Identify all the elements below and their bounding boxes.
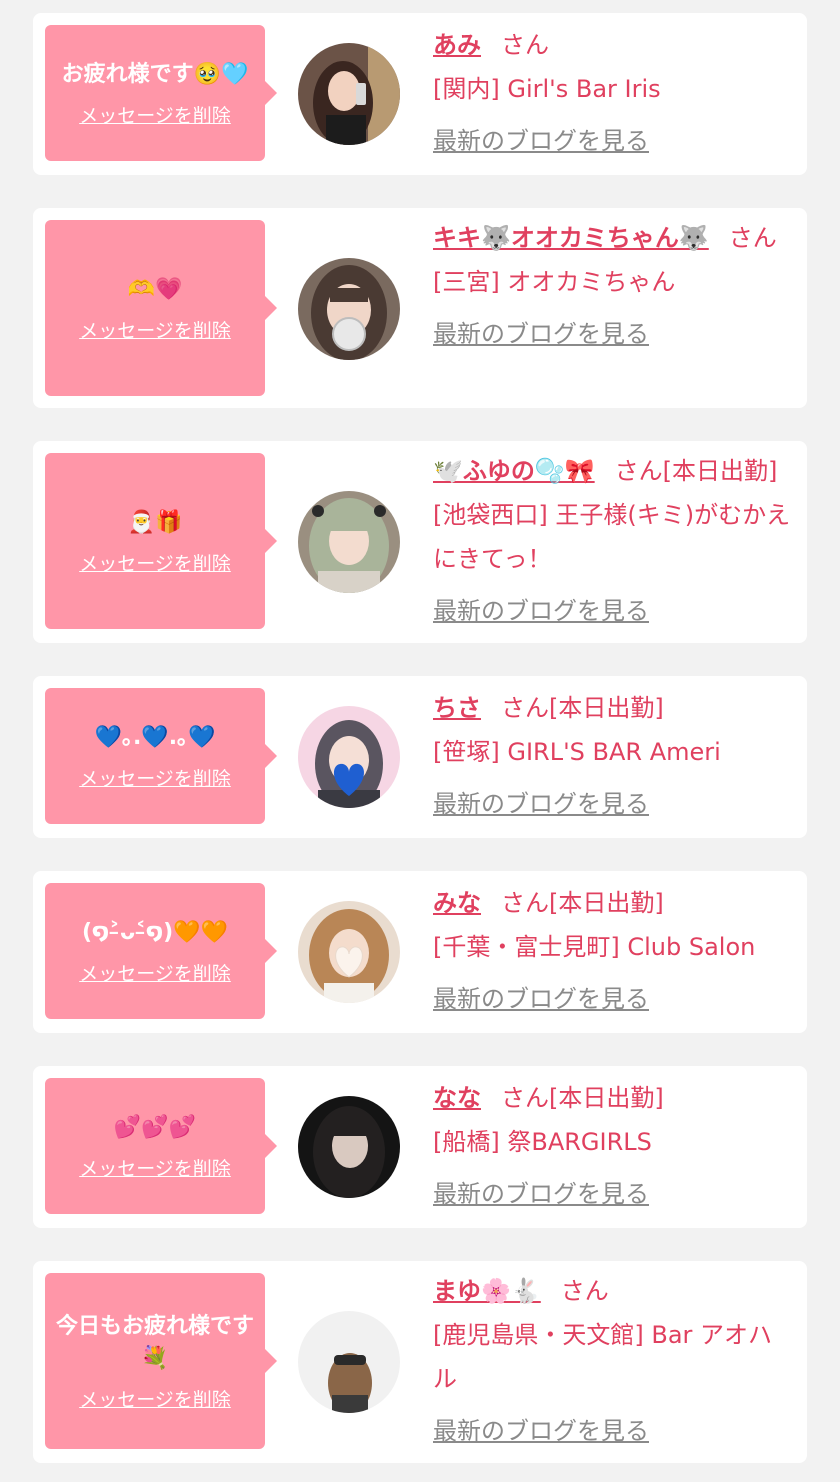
message-text: 💙｡.💙.｡💙 (94, 724, 216, 750)
message-text: 🎅🎁 (127, 509, 183, 535)
message-bubble: 💙｡.💙.｡💙 メッセージを削除 (45, 688, 277, 824)
message-text: 🫶💗 (127, 276, 183, 302)
message-card: 💕💕💕 メッセージを削除 なな さん[本日出勤] [船橋] 祭BARGIRLS 最… (33, 1066, 807, 1228)
cast-suffix: さん (560, 1277, 609, 1305)
message-card: 🎅🎁 メッセージを削除 🕊️ふゆの🫧🎀 さん[本日出勤] [池袋西口] 王子様(キ… (33, 441, 807, 643)
message-text: 💕💕💕 (113, 1114, 197, 1140)
shop-name: [鹿児島県・天文館] Bar アオハル (433, 1321, 773, 1393)
cast-suffix: さん (501, 31, 549, 59)
cast-info: 🕊️ふゆの🫧🎀 さん[本日出勤] [池袋西口] 王子様(キミ)がむかえにきてっ！ … (433, 449, 793, 633)
delete-message-link[interactable]: メッセージを削除 (79, 101, 231, 128)
shop-name: [笹塚] GIRL'S BAR Ameri (433, 738, 721, 766)
cast-info: ちさ さん[本日出勤] [笹塚] GIRL'S BAR Ameri 最新のブログを… (433, 686, 793, 826)
cast-name-link[interactable]: 🕊️ふゆの🫧🎀 (433, 457, 595, 485)
cast-info: キキ🐺オオカミちゃん🐺 さん [三宮] オオカミちゃん 最新のブログを見る (433, 216, 793, 356)
message-card: 💙｡.💙.｡💙 メッセージを削除 ちさ さん[本日出勤] [笹塚] GIRL'S … (33, 676, 807, 838)
delete-message-link[interactable]: メッセージを削除 (79, 549, 231, 576)
cast-info: まゆ🌸🐇 さん [鹿児島県・天文館] Bar アオハル 最新のブログを見る (433, 1269, 793, 1453)
avatar[interactable] (298, 1311, 400, 1413)
cast-info: みな さん[本日出勤] [千葉・富士見町] Club Salon 最新のブログを見… (433, 881, 793, 1021)
message-bubble: 🫶💗 メッセージを削除 (45, 220, 277, 396)
latest-blog-link[interactable]: 最新のブログを見る (433, 782, 649, 826)
latest-blog-link[interactable]: 最新のブログを見る (433, 119, 649, 163)
latest-blog-link[interactable]: 最新のブログを見る (433, 312, 649, 356)
latest-blog-link[interactable]: 最新のブログを見る (433, 1172, 649, 1216)
message-bubble: 🎅🎁 メッセージを削除 (45, 453, 277, 629)
avatar[interactable] (298, 491, 400, 593)
cast-name-link[interactable]: あみ (433, 31, 481, 59)
latest-blog-link[interactable]: 最新のブログを見る (433, 589, 649, 633)
cast-suffix: さん (728, 224, 777, 252)
cast-name-link[interactable]: ちさ (433, 694, 481, 722)
message-bubble: お疲れ様です🥹🩵 メッセージを削除 (45, 25, 277, 161)
cast-name-link[interactable]: まゆ🌸🐇 (433, 1277, 541, 1305)
message-text: (໑˃̵ᴗ˂̵໑)🧡🧡 (82, 919, 228, 945)
shop-name: [関内] Girl's Bar Iris (433, 75, 661, 103)
message-card: お疲れ様です🥹🩵 メッセージを削除 あみ さん [関内] Girl's Bar I… (33, 13, 807, 175)
cast-name-link[interactable]: キキ🐺オオカミちゃん🐺 (433, 224, 709, 252)
cast-suffix: さん[本日出勤] (614, 457, 778, 485)
message-bubble: (໑˃̵ᴗ˂̵໑)🧡🧡 メッセージを削除 (45, 883, 277, 1019)
cast-info: あみ さん [関内] Girl's Bar Iris 最新のブログを見る (433, 23, 793, 163)
shop-name: [池袋西口] 王子様(キミ)がむかえにきてっ！ (433, 501, 791, 573)
cast-suffix: さん[本日出勤] (501, 694, 664, 722)
message-bubble: 💕💕💕 メッセージを削除 (45, 1078, 277, 1214)
avatar[interactable] (298, 258, 400, 360)
delete-message-link[interactable]: メッセージを削除 (79, 959, 231, 986)
message-card: (໑˃̵ᴗ˂̵໑)🧡🧡 メッセージを削除 みな さん[本日出勤] [千葉・富士見町… (33, 871, 807, 1033)
cast-name-link[interactable]: みな (433, 889, 481, 917)
avatar[interactable] (298, 1096, 400, 1198)
latest-blog-link[interactable]: 最新のブログを見る (433, 977, 649, 1021)
avatar[interactable] (298, 901, 400, 1003)
message-text: 今日もお疲れ様です💐 (55, 1313, 254, 1371)
message-bubble: 今日もお疲れ様です💐 メッセージを削除 (45, 1273, 277, 1449)
avatar[interactable] (298, 706, 400, 808)
delete-message-link[interactable]: メッセージを削除 (79, 316, 231, 343)
shop-name: [千葉・富士見町] Club Salon (433, 933, 756, 961)
shop-name: [三宮] オオカミちゃん (433, 268, 676, 296)
delete-message-link[interactable]: メッセージを削除 (79, 1385, 231, 1412)
latest-blog-link[interactable]: 最新のブログを見る (433, 1409, 649, 1453)
message-text: お疲れ様です🥹🩵 (61, 61, 249, 87)
cast-suffix: さん[本日出勤] (501, 1084, 664, 1112)
cast-name-link[interactable]: なな (433, 1084, 481, 1112)
message-card: 🫶💗 メッセージを削除 キキ🐺オオカミちゃん🐺 さん [三宮] オオカミちゃん 最… (33, 208, 807, 408)
delete-message-link[interactable]: メッセージを削除 (79, 764, 231, 791)
cast-suffix: さん[本日出勤] (501, 889, 664, 917)
cast-info: なな さん[本日出勤] [船橋] 祭BARGIRLS 最新のブログを見る (433, 1076, 793, 1216)
shop-name: [船橋] 祭BARGIRLS (433, 1128, 652, 1156)
message-card: 今日もお疲れ様です💐 メッセージを削除 まゆ🌸🐇 さん [鹿児島県・天文館] Ba… (33, 1261, 807, 1463)
avatar[interactable] (298, 43, 400, 145)
delete-message-link[interactable]: メッセージを削除 (79, 1154, 231, 1181)
message-list: お疲れ様です🥹🩵 メッセージを削除 あみ さん [関内] Girl's Bar I… (0, 0, 840, 1482)
